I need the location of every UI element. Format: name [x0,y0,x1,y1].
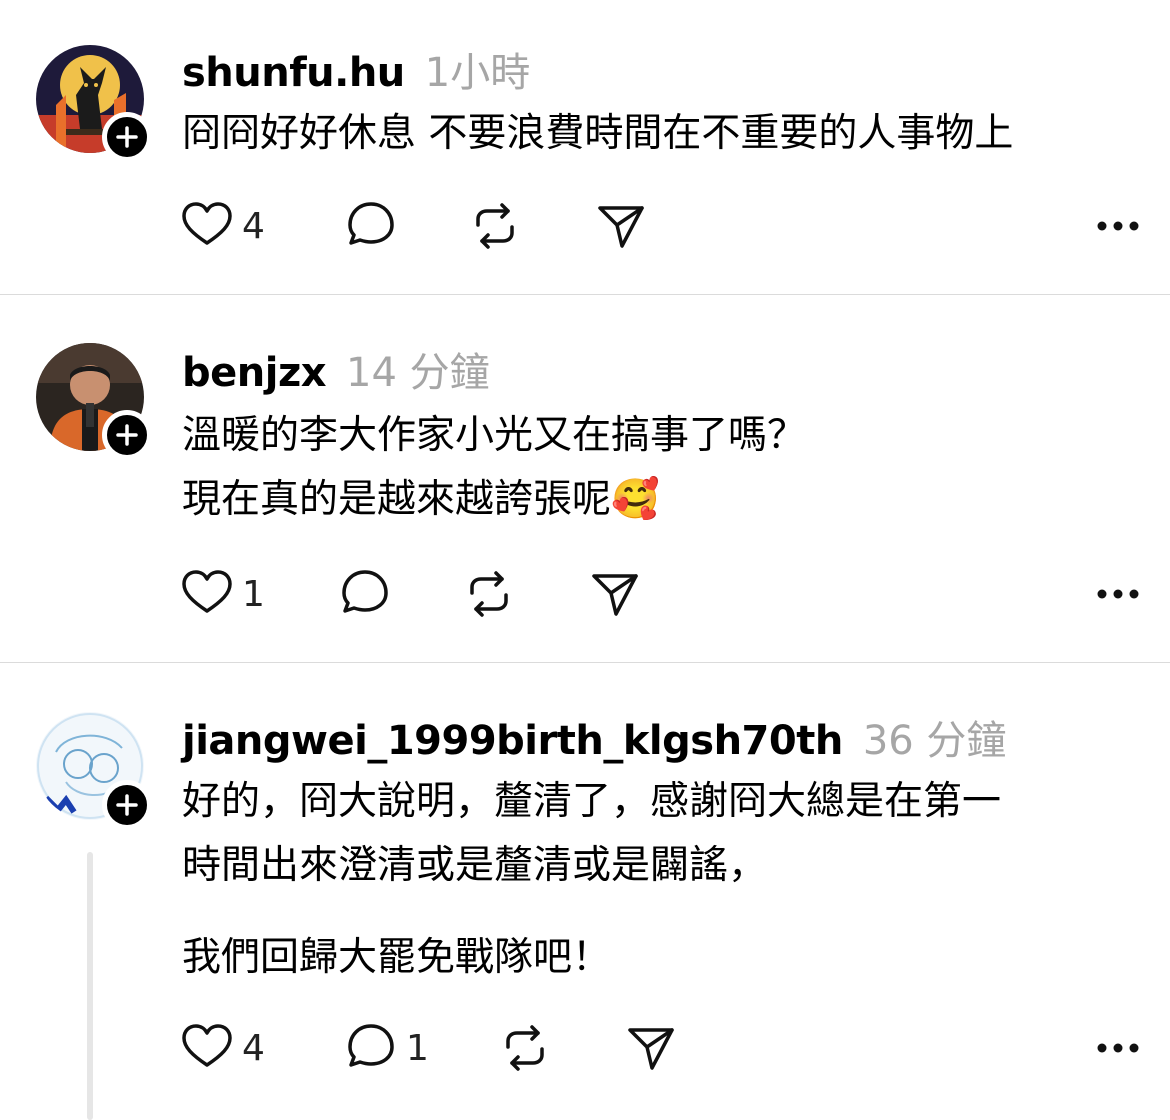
repost-icon [506,1025,544,1071]
repost-button[interactable] [498,1020,552,1076]
post-time: 36 分鐘 [862,718,1007,764]
more-dots-icon [1097,1043,1139,1053]
like-button[interactable]: 4 [180,1020,265,1076]
comment-bubble-icon [348,1024,394,1067]
share-button[interactable] [624,1020,678,1076]
username[interactable]: jiangwei_1999birth_klgsh70th [182,718,843,764]
action-bar: 4 1 [180,1020,1140,1076]
follow-button[interactable] [102,780,152,830]
post-text: 好的，冏大說明，釐清了，感謝冏大總是在第一 時間出來澄清或是釐清或是闢謠， 我們… [182,770,1152,990]
more-button[interactable] [1096,1020,1140,1076]
send-icon [628,1028,674,1070]
reply-button[interactable]: 1 [344,1020,429,1076]
reply-count: 1 [406,1027,429,1069]
post-header: jiangwei_1999birth_klgsh70th 36 分鐘 [182,708,1006,764]
heart-icon [182,1024,232,1067]
post-text-line: 好的，冏大說明，釐清了，感謝冏大總是在第一 [182,779,1002,824]
post-text-line: 時間出來澄清或是釐清或是闢謠， [182,843,768,888]
thread-line [87,852,93,1120]
plus-icon [116,794,138,816]
post-jiangwei: jiangwei_1999birth_klgsh70th 36 分鐘 好的，冏大… [0,0,1170,1120]
like-count: 4 [242,1027,265,1069]
post-text-line: 我們回歸大罷免戰隊吧！ [182,935,612,980]
